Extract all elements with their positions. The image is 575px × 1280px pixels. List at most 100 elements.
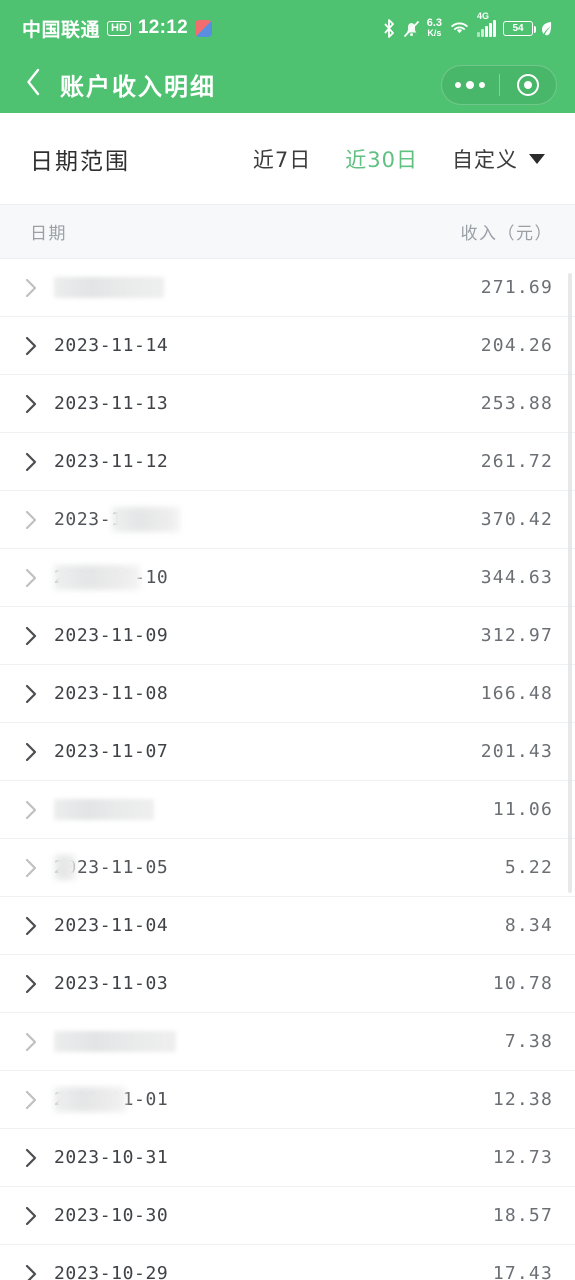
redaction-mask: [54, 565, 140, 590]
table-row[interactable]: 2023-10-31 12.73: [0, 1129, 575, 1187]
table-body: 271.69 2023-11-14 204.26 2023-11-13 253.88 20…: [0, 259, 575, 1280]
table-row[interactable]: 2023-11-08 166.48: [0, 665, 575, 723]
target-circle-icon: [516, 73, 539, 96]
status-bar-clock: 12:12: [137, 17, 189, 38]
bluetooth-icon: [382, 18, 396, 38]
table-row[interactable]: 7.38: [0, 1013, 575, 1071]
chevron-right-icon: [24, 1090, 50, 1110]
table-cell-date: 2023-1: [54, 507, 180, 532]
eco-leaf-icon: [540, 20, 553, 37]
table-row[interactable]: 2023-11-01 12.38: [0, 1071, 575, 1129]
status-bar-right: 6.3 K/s 4G 54: [382, 11, 553, 38]
filter-option-last-30-days[interactable]: 近30日: [345, 144, 418, 174]
redacted-date-cell: [54, 277, 164, 298]
table-cell-amount: 7.38: [504, 1031, 553, 1052]
chevron-right-icon: [24, 858, 50, 878]
table-cell-amount: 11.06: [492, 799, 553, 820]
table-row[interactable]: 2023-10-29 17.43: [0, 1245, 575, 1280]
chevron-right-icon: [24, 1264, 50, 1280]
table-row[interactable]: 11.06: [0, 781, 575, 839]
close-miniprogram-button[interactable]: [500, 73, 557, 96]
chevron-right-icon: [24, 1206, 50, 1226]
table-cell-date: 2023-11-03: [54, 973, 169, 994]
table-cell-amount: 18.57: [492, 1205, 553, 1226]
battery-level-label: 54: [512, 22, 524, 34]
page-title: 账户收入明细: [60, 73, 216, 101]
date-range-options: 近7日 近30日 自定义: [253, 144, 545, 174]
table-cell-amount: 17.43: [492, 1263, 553, 1280]
date-range-label: 日期范围: [30, 148, 130, 175]
column-header-date: 日期: [30, 224, 67, 244]
filter-custom-label: 自定义: [452, 147, 518, 172]
table-cell-date: 2023-11-05: [54, 855, 169, 880]
navigation-bar: 账户收入明细: [0, 56, 575, 113]
chevron-right-icon: [24, 336, 50, 356]
table-row[interactable]: 2023-11-05 5.22: [0, 839, 575, 897]
table-cell-amount: 5.22: [504, 857, 553, 878]
app-notification-icon: [195, 19, 213, 37]
filter-option-last-7-days[interactable]: 近7日: [253, 144, 311, 174]
table-row[interactable]: 2023-11-14 204.26: [0, 317, 575, 375]
chevron-right-icon: [24, 1148, 50, 1168]
table-cell-amount: 166.48: [480, 683, 553, 704]
table-cell-date: 2023-11-10: [54, 565, 168, 590]
table-row[interactable]: 2023-11-09 312.97: [0, 607, 575, 665]
chevron-left-icon: [25, 68, 42, 101]
bell-muted-icon: [403, 19, 420, 38]
chevron-right-icon: [24, 684, 50, 704]
cellular-signal-icon: 4G: [477, 11, 496, 37]
redacted-date-cell: [54, 799, 154, 820]
network-type-label: 4G: [477, 10, 490, 21]
table-row[interactable]: 271.69: [0, 259, 575, 317]
chevron-right-icon: [24, 394, 50, 414]
network-speed-unit: K/s: [427, 28, 442, 38]
chevron-right-icon: [24, 510, 50, 530]
table-cell-date: 2023-11-14: [54, 335, 169, 356]
table-row[interactable]: 2023-11-13 253.88: [0, 375, 575, 433]
redacted-date-cell: [54, 1031, 176, 1052]
table-cell-amount: 12.38: [492, 1089, 553, 1110]
table-row[interactable]: 2023-11-10 344.63: [0, 549, 575, 607]
table-cell-date: 2023-11-09: [54, 625, 169, 646]
chevron-right-icon: [24, 278, 50, 298]
table-cell-date: 2023-11-12: [54, 451, 169, 472]
table-cell-amount: 344.63: [480, 567, 553, 588]
table-cell-date: 2023-10-29: [54, 1263, 169, 1280]
table-row[interactable]: 2023-11-03 10.78: [0, 955, 575, 1013]
table-cell-amount: 271.69: [480, 277, 553, 298]
more-dots-icon: [455, 80, 486, 89]
table-cell-date: 2023-11-08: [54, 683, 169, 704]
status-bar-left: 中国联通 HD 12:12: [22, 15, 213, 42]
table-cell-amount: 10.78: [492, 973, 553, 994]
table-row[interactable]: 2023-11-07 201.43: [0, 723, 575, 781]
redaction-mask: [112, 507, 180, 532]
table-cell-amount: 204.26: [480, 335, 553, 356]
table-row[interactable]: 2023-1 370.42: [0, 491, 575, 549]
chevron-right-icon: [24, 916, 50, 936]
income-detail-table: 日期 收入（元） 271.69 2023-11-14 204.26 2023-11-1…: [0, 204, 575, 1280]
table-row[interactable]: 2023-11-04 8.34: [0, 897, 575, 955]
table-header-row: 日期 收入（元）: [0, 204, 575, 259]
back-button[interactable]: [18, 68, 48, 101]
redaction-mask: [54, 855, 76, 880]
more-menu-button[interactable]: [442, 80, 499, 89]
date-range-filter-bar: 日期范围 近7日 近30日 自定义: [0, 113, 575, 204]
chevron-right-icon: [24, 452, 50, 472]
table-cell-amount: 261.72: [480, 451, 553, 472]
table-row[interactable]: 2023-11-12 261.72: [0, 433, 575, 491]
table-cell-amount: 253.88: [480, 393, 553, 414]
caret-down-icon: [529, 153, 545, 164]
table-cell-date: 2023-10-30: [54, 1205, 169, 1226]
vertical-scrollbar[interactable]: [568, 273, 572, 893]
table-cell-amount: 370.42: [480, 509, 553, 530]
carrier-label: 中国联通: [22, 19, 101, 41]
redaction-mask: [54, 1087, 126, 1112]
table-cell-amount: 201.43: [480, 741, 553, 762]
filter-option-custom[interactable]: 自定义: [452, 144, 545, 174]
chevron-right-icon: [24, 742, 50, 762]
chevron-right-icon: [24, 1032, 50, 1052]
table-row[interactable]: 2023-10-30 18.57: [0, 1187, 575, 1245]
network-speed-indicator: 6.3 K/s: [427, 18, 442, 38]
table-cell-date: 2023-10-31: [54, 1147, 169, 1168]
column-header-amount: 收入（元）: [460, 224, 553, 244]
